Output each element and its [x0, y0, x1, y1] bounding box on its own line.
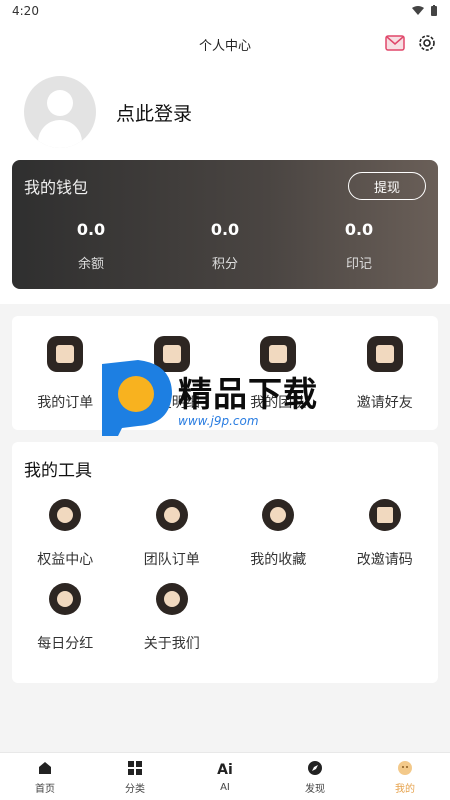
tab-label: AI — [220, 781, 230, 793]
tab-label: 我的 — [395, 783, 415, 795]
tool-favorites[interactable]: 我的收藏 — [225, 499, 332, 569]
page-title: 个人中心 — [198, 38, 251, 54]
status-bar: 4:20 — [0, 0, 450, 22]
tab-category[interactable]: 分类 — [90, 753, 180, 800]
avatar[interactable] — [24, 76, 96, 148]
clipboard-icon — [47, 336, 84, 372]
menu-item-my-team[interactable]: 我的团队 — [225, 336, 332, 412]
gear-icon[interactable] — [416, 32, 438, 54]
page-header: 个人中心 — [0, 22, 450, 66]
menu-item-label: 邀请好友 — [356, 395, 413, 411]
login-text[interactable]: 点此登录 — [116, 99, 192, 126]
tab-ai[interactable]: Ai AI — [180, 753, 270, 800]
home-icon — [36, 759, 54, 777]
menu-item-label: 我的团队 — [250, 395, 307, 411]
tool-label: 我的收藏 — [250, 552, 307, 568]
stat-marks[interactable]: 0.0 印记 — [292, 220, 426, 272]
tab-discover[interactable]: 发现 — [270, 753, 360, 800]
invite-icon — [366, 336, 403, 372]
team-icon — [260, 336, 297, 372]
rights-icon — [49, 499, 82, 531]
stat-label: 余额 — [77, 257, 104, 272]
status-time: 4:20 — [12, 4, 39, 18]
ai-icon: Ai — [217, 761, 233, 778]
tool-about-us[interactable]: 关于我们 — [119, 583, 226, 653]
battery-icon — [431, 5, 437, 16]
mail-icon[interactable] — [384, 32, 406, 54]
menu-item-income-detail[interactable]: 收支明细 — [119, 336, 226, 412]
tool-label: 权益中心 — [37, 552, 94, 568]
stat-balance[interactable]: 0.0 余额 — [24, 220, 158, 272]
tool-label: 改邀请码 — [356, 552, 413, 568]
stat-value: 0.0 — [210, 220, 240, 239]
yuan-icon — [153, 336, 190, 372]
menu-item-invite-friends[interactable]: 邀请好友 — [332, 336, 439, 412]
status-icons — [412, 5, 438, 17]
tool-label: 团队订单 — [143, 552, 200, 568]
wifi-icon — [412, 6, 424, 15]
menu-item-label: 收支明细 — [143, 395, 200, 411]
tab-home[interactable]: 首页 — [0, 753, 90, 800]
grid-icon — [126, 759, 144, 777]
team-order-icon — [155, 499, 188, 531]
tab-label: 分类 — [125, 783, 145, 795]
stat-points[interactable]: 0.0 积分 — [158, 220, 292, 272]
bottom-tabbar: 首页 分类 Ai AI 发现 我的 — [0, 752, 450, 800]
stat-label: 印记 — [345, 257, 372, 272]
qr-icon — [368, 499, 401, 531]
tool-label: 关于我们 — [143, 636, 200, 652]
orders-card: 我的订单 收支明细 我的团队 邀请好友 — [12, 316, 438, 430]
profile-area: 点此登录 我的钱包 提现 0.0 余额 0.0 积分 0.0 印记 — [0, 66, 450, 304]
tab-me[interactable]: 我的 — [360, 753, 450, 800]
stat-value: 0.0 — [76, 220, 106, 239]
tool-daily-dividend[interactable]: 每日分红 — [12, 583, 119, 653]
login-row[interactable]: 点此登录 — [0, 66, 450, 158]
wallet-card: 我的钱包 提现 0.0 余额 0.0 积分 0.0 印记 — [12, 160, 438, 289]
wallet-title: 我的钱包 — [24, 178, 89, 197]
favorite-icon — [262, 499, 295, 531]
menu-item-my-orders[interactable]: 我的订单 — [12, 336, 119, 412]
tool-change-invite-code[interactable]: 改邀请码 — [332, 499, 439, 569]
menu-item-label: 我的订单 — [37, 395, 94, 411]
moneybag-icon — [49, 583, 82, 615]
stat-label: 积分 — [211, 257, 238, 272]
tab-label: 发现 — [305, 783, 325, 795]
me-icon — [396, 759, 414, 777]
tool-team-orders[interactable]: 团队订单 — [119, 499, 226, 569]
tools-title: 我的工具 — [24, 461, 92, 481]
tool-label: 每日分红 — [37, 636, 94, 652]
tool-rights-center[interactable]: 权益中心 — [12, 499, 119, 569]
about-icon — [155, 583, 188, 615]
tools-card: 我的工具 权益中心 团队订单 我的收藏 改邀请码 每日分红 关于我们 — [12, 442, 438, 683]
compass-icon — [306, 759, 324, 777]
withdraw-button[interactable]: 提现 — [348, 172, 426, 200]
tab-label: 首页 — [35, 783, 55, 795]
stat-value: 0.0 — [344, 220, 374, 239]
